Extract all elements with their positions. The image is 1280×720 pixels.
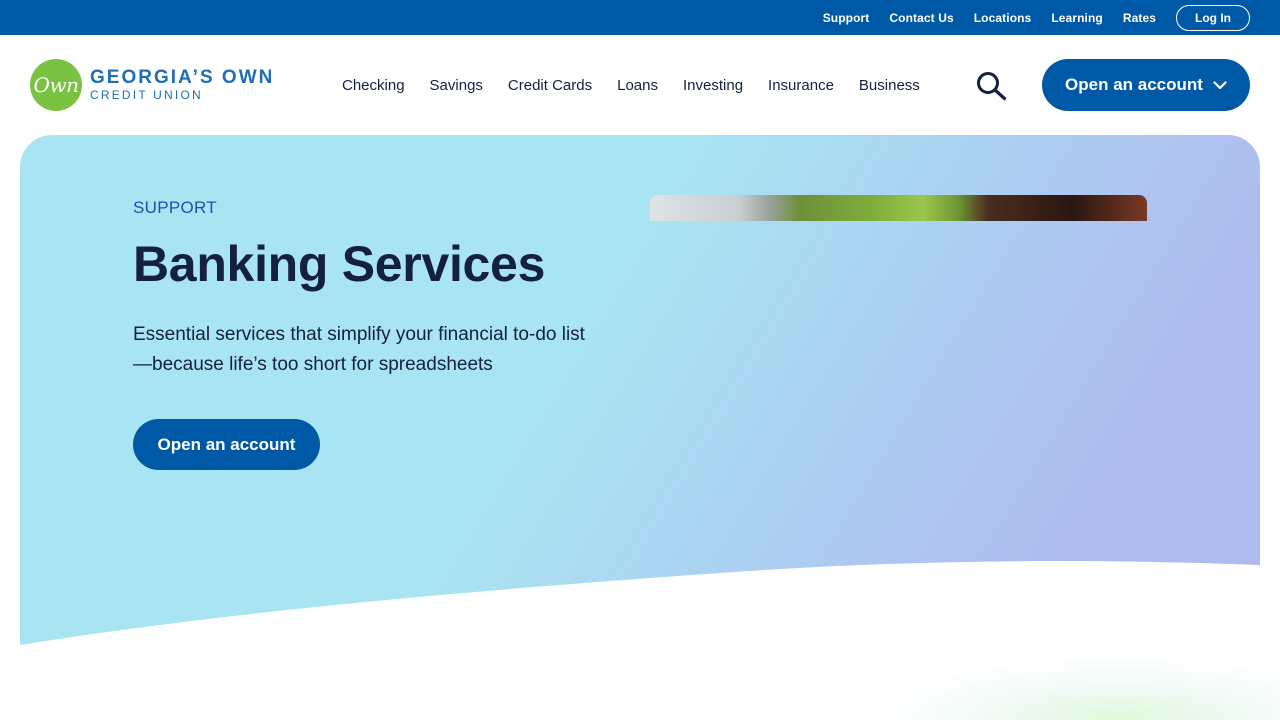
page-title: Banking Services: [133, 236, 546, 292]
main-header: Own GEORGIA’S OWN CREDIT UNION Checking …: [0, 35, 1280, 135]
hero-image: [650, 195, 1147, 221]
nav-item-credit-cards[interactable]: Credit Cards: [508, 77, 592, 94]
utility-link-rates[interactable]: Rates: [1123, 11, 1156, 25]
nav-item-investing[interactable]: Investing: [683, 77, 743, 94]
hero-banner: SUPPORT Banking Services Essential servi…: [20, 135, 1260, 645]
utility-link-contact-us[interactable]: Contact Us: [889, 11, 953, 25]
logo-mark: Own: [30, 59, 82, 111]
breadcrumb[interactable]: SUPPORT: [133, 198, 217, 218]
open-account-dropdown-button[interactable]: Open an account: [1042, 59, 1250, 111]
utility-bar: Support Contact Us Locations Learning Ra…: [0, 0, 1280, 35]
login-button[interactable]: Log In: [1176, 4, 1250, 31]
logo-wordmark: GEORGIA’S OWN CREDIT UNION: [90, 67, 275, 103]
nav-item-savings[interactable]: Savings: [430, 77, 483, 94]
nav-item-loans[interactable]: Loans: [617, 77, 658, 94]
open-account-dropdown-label: Open an account: [1065, 75, 1203, 94]
decorative-glow: [880, 660, 1280, 720]
nav-item-business[interactable]: Business: [859, 77, 920, 94]
nav-item-insurance[interactable]: Insurance: [768, 77, 834, 94]
search-button[interactable]: [976, 71, 1008, 101]
nav-item-checking[interactable]: Checking: [342, 77, 405, 94]
logo-line-2: CREDIT UNION: [90, 88, 203, 102]
open-account-button[interactable]: Open an account: [133, 419, 320, 470]
hero-description: Essential services that simplify your fi…: [133, 324, 585, 375]
main-nav: Checking Savings Credit Cards Loans Inve…: [342, 35, 945, 135]
logo-line-1: GEORGIA’S OWN: [90, 67, 275, 88]
utility-link-support[interactable]: Support: [823, 11, 870, 25]
utility-link-learning[interactable]: Learning: [1051, 11, 1102, 25]
utility-nav: Support Contact Us Locations Learning Ra…: [823, 0, 1250, 35]
logo[interactable]: Own GEORGIA’S OWN CREDIT UNION: [30, 59, 274, 111]
utility-link-locations[interactable]: Locations: [974, 11, 1032, 25]
chevron-down-icon: [1213, 80, 1227, 90]
logo-script: Own: [33, 73, 79, 97]
search-icon: [977, 72, 1007, 101]
